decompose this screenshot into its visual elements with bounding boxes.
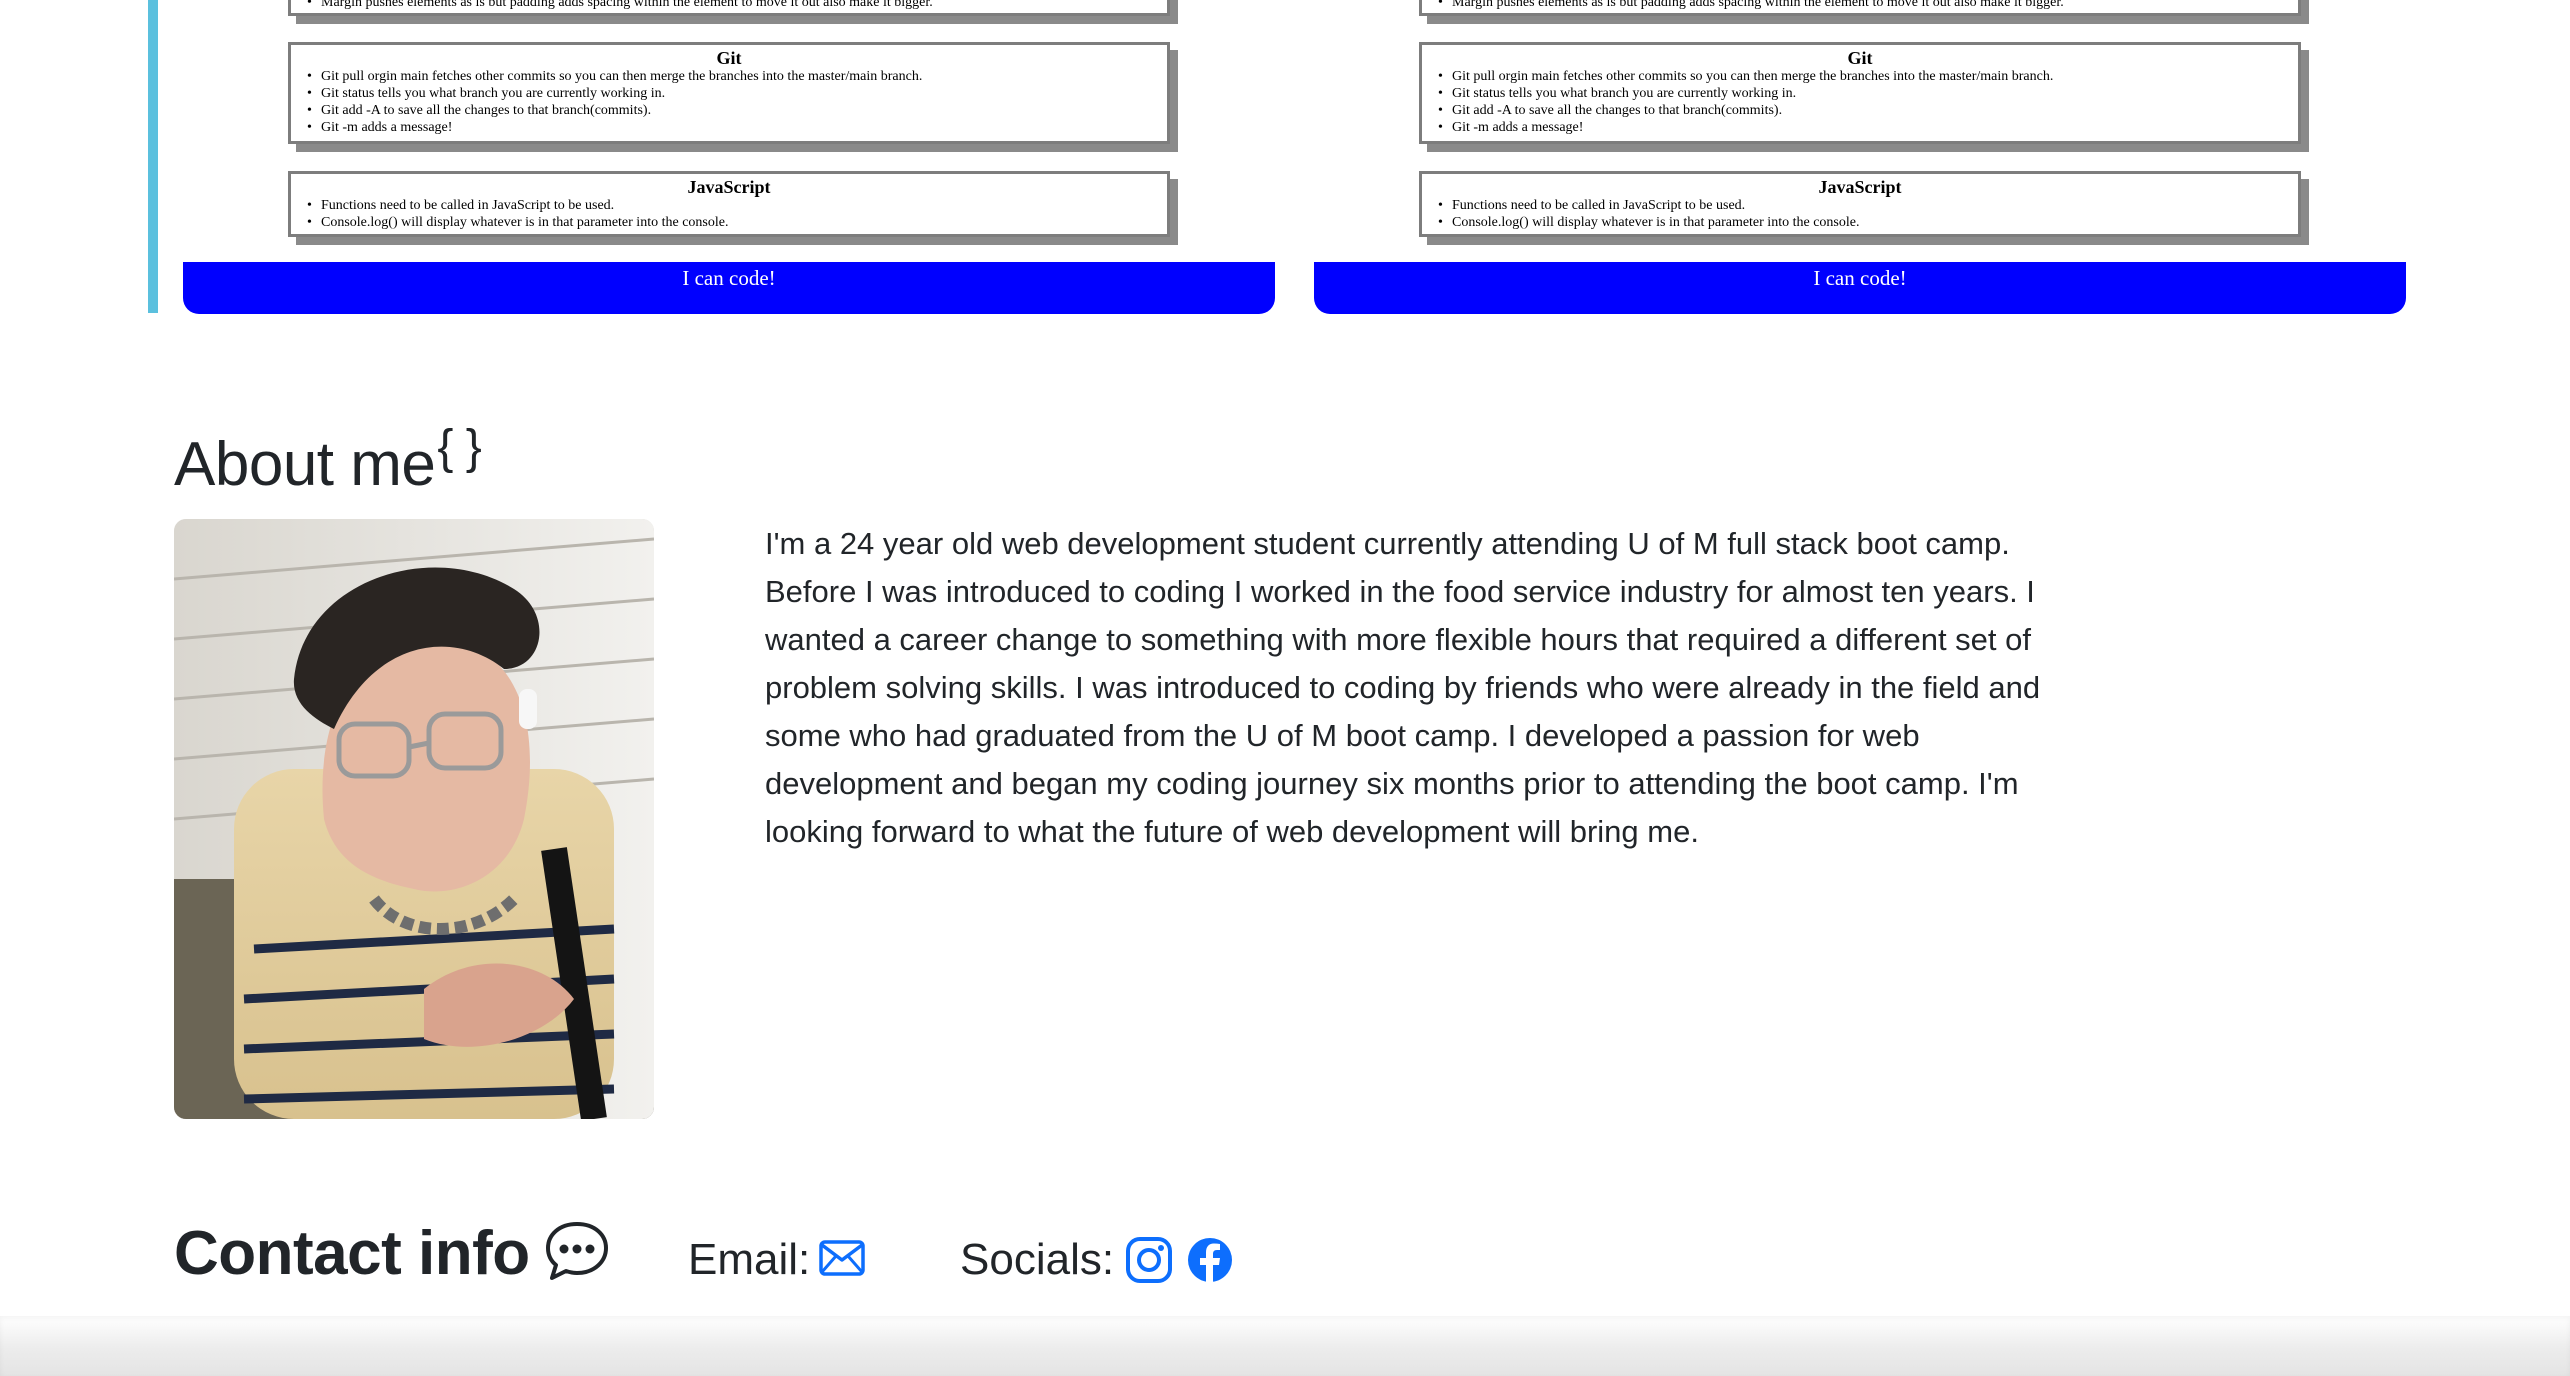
socials-label: Socials: [960, 1235, 1115, 1284]
project-card-2: Margin pushes elements as is but padding… [1314, 0, 2406, 314]
about-heading-text: About me [174, 430, 436, 499]
note-item: Git status tells you what branch you are… [307, 85, 1167, 102]
note-item: Git -m adds a message! [307, 119, 1167, 136]
chat-dots-icon [544, 1220, 610, 1298]
note-item: Console.log() will display whatever is i… [1438, 214, 2298, 231]
note-item: Git pull orgin main fetches other commit… [307, 68, 1167, 85]
javascript-notes-box: JavaScript Functions need to be called i… [288, 171, 1170, 237]
note-item: Margin pushes elements as is but padding… [1438, 0, 2298, 11]
instagram-icon[interactable] [1125, 1236, 1173, 1289]
javascript-notes-title: JavaScript [1818, 177, 1902, 197]
project-card-1: Margin pushes elements as is but padding… [183, 0, 1275, 314]
note-item: Git add -A to save all the changes to th… [307, 102, 1167, 119]
css-notes-box: Margin pushes elements as is but padding… [288, 0, 1170, 16]
profile-photo-illustration [174, 519, 654, 1119]
about-heading: About me{ } [174, 412, 482, 501]
about-paragraph: I'm a 24 year old web development studen… [765, 526, 2041, 849]
javascript-notes-box: JavaScript Functions need to be called i… [1419, 171, 2301, 237]
note-item: Console.log() will display whatever is i… [307, 214, 1167, 231]
footer-edge [0, 1316, 2570, 1376]
git-notes-box: Git Git pull orgin main fetches other co… [288, 42, 1170, 144]
note-item: Git -m adds a message! [1438, 119, 2298, 136]
envelope-icon[interactable] [818, 1238, 866, 1283]
i-can-code-button[interactable]: I can code! [1314, 262, 2406, 314]
section-accent-stripe [148, 0, 158, 313]
facebook-icon[interactable] [1186, 1236, 1234, 1289]
git-notes-box: Git Git pull orgin main fetches other co… [1419, 42, 2301, 144]
braces-icon: { } [437, 421, 482, 474]
javascript-notes-title: JavaScript [687, 177, 771, 197]
note-item: Functions need to be called in JavaScrip… [1438, 197, 2298, 214]
email-label: Email: [688, 1235, 811, 1284]
note-item: Git pull orgin main fetches other commit… [1438, 68, 2298, 85]
note-item: Functions need to be called in JavaScrip… [307, 197, 1167, 214]
note-item: Git status tells you what branch you are… [1438, 85, 2298, 102]
profile-photo [174, 519, 654, 1119]
contact-heading-text: Contact info [174, 1219, 530, 1288]
git-notes-title: Git [1847, 48, 1873, 68]
note-item: Git add -A to save all the changes to th… [1438, 102, 2298, 119]
git-notes-title: Git [716, 48, 742, 68]
i-can-code-button[interactable]: I can code! [183, 262, 1275, 314]
contact-heading: Contact info [174, 1218, 610, 1298]
note-item: Margin pushes elements as is but padding… [307, 0, 1167, 11]
css-notes-box: Margin pushes elements as is but padding… [1419, 0, 2301, 16]
